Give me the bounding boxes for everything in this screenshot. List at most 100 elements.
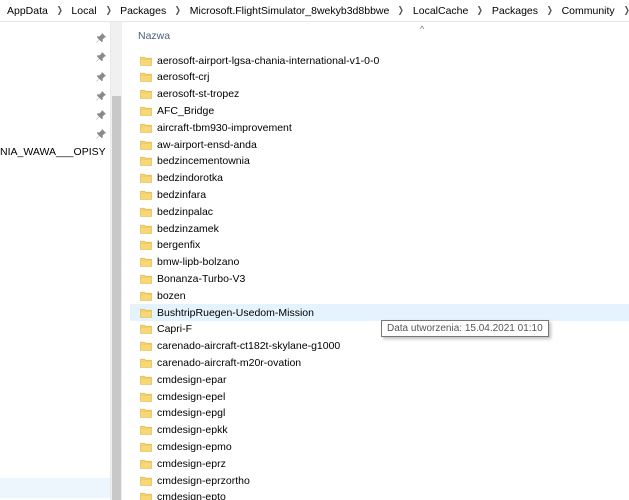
list-item[interactable]: carenado-aircraft-ct182t-skylane-g1000 — [130, 338, 629, 355]
nav-scrollbar[interactable] — [110, 22, 122, 500]
folder-icon — [140, 425, 152, 435]
nav-item-label[interactable]: NIA_WAWA___OPISY — [0, 146, 106, 158]
list-item[interactable]: cmdesign-eprzortho — [130, 472, 629, 489]
file-list: ^ Nazwa aerosoft-airport-lgsa-chania-int… — [130, 22, 629, 500]
list-item[interactable]: aerosoft-airport-lgsa-chania-internation… — [130, 52, 629, 69]
chevron-right-icon[interactable]: ❯ — [394, 5, 408, 16]
file-name: carenado-aircraft-ct182t-skylane-g1000 — [157, 340, 341, 353]
list-item[interactable]: aerosoft-crj — [130, 69, 629, 86]
list-item[interactable]: BushtripRuegen-Usedom-Mission — [130, 304, 629, 321]
file-name: bedzinpalac — [157, 205, 214, 218]
folder-icon — [140, 358, 152, 368]
list-item[interactable]: bozen — [130, 287, 629, 304]
folder-icon — [140, 291, 152, 301]
file-name: cmdesign-epkk — [157, 424, 228, 437]
file-name: cmdesign-epmo — [157, 440, 232, 453]
folder-icon — [140, 341, 152, 351]
list-item[interactable]: carenado-aircraft-m20r-ovation — [130, 354, 629, 371]
folder-icon — [140, 375, 152, 385]
list-item[interactable]: Capri-F — [130, 321, 629, 338]
folder-icon — [140, 72, 152, 83]
list-item[interactable]: cmdesign-epar — [130, 371, 629, 388]
file-name: bedzindorotka — [157, 172, 223, 185]
breadcrumb-item[interactable]: Local — [68, 5, 99, 17]
list-item[interactable]: Bonanza-Turbo-V3 — [130, 270, 629, 287]
tooltip-text: Data utworzenia: 15.04.2021 01:10 — [387, 323, 543, 334]
folder-icon — [140, 442, 152, 452]
folder-icon — [140, 274, 152, 284]
pin-icon[interactable] — [96, 33, 106, 43]
tooltip: Data utworzenia: 15.04.2021 01:10 — [381, 320, 549, 337]
folder-icon — [140, 492, 152, 500]
breadcrumb-item[interactable]: LocalCache — [410, 5, 471, 17]
chevron-right-icon[interactable]: ❯ — [543, 5, 557, 16]
pin-icon[interactable] — [96, 110, 106, 120]
folder-icon — [140, 173, 152, 183]
list-item[interactable]: bedzincementownia — [130, 153, 629, 170]
list-item[interactable]: aircraft-tbm930-improvement — [130, 119, 629, 136]
list-item[interactable]: bedzinpalac — [130, 203, 629, 220]
file-name: bedzincementownia — [157, 155, 250, 168]
folder-icon — [140, 190, 152, 200]
folder-icon — [140, 56, 152, 66]
list-item[interactable]: bedzinzamek — [130, 220, 629, 237]
folder-icon — [140, 89, 152, 99]
chevron-right-icon[interactable]: ❯ — [473, 5, 487, 16]
file-name: BushtripRuegen-Usedom-Mission — [157, 306, 314, 319]
folder-icon — [140, 207, 152, 217]
chevron-right-icon[interactable]: ❯ — [53, 5, 67, 16]
list-item[interactable]: cmdesign-epgl — [130, 405, 629, 422]
chevron-right-icon[interactable]: ❯ — [171, 5, 185, 16]
file-name: bedzinfara — [157, 188, 207, 201]
folder-icon — [140, 324, 152, 335]
file-name: cmdesign-epel — [157, 390, 226, 403]
list-item[interactable]: bergenfix — [130, 237, 629, 254]
pin-icon[interactable] — [96, 52, 106, 62]
folder-icon — [140, 224, 152, 234]
pin-icon[interactable] — [96, 129, 106, 139]
list-item[interactable]: cmdesign-epel — [130, 388, 629, 405]
folder-icon — [140, 140, 152, 150]
chevron-right-icon[interactable]: ❯ — [619, 5, 629, 16]
folder-icon — [140, 308, 152, 318]
nav-selected-item[interactable] — [0, 478, 110, 498]
sort-ascending-icon: ^ — [420, 24, 425, 34]
list-item[interactable]: AFC_Bridge — [130, 102, 629, 119]
pin-icon[interactable] — [96, 91, 106, 101]
breadcrumb: AppData ❯ Local ❯ Packages ❯ Microsoft.FlightS… — [0, 0, 629, 22]
file-name: bedzinzamek — [157, 222, 219, 235]
column-header-name[interactable]: Nazwa — [138, 30, 170, 42]
file-name: aerosoft-st-tropez — [157, 88, 240, 101]
folder-icon — [140, 408, 152, 419]
file-name: cmdesign-epto — [157, 491, 226, 500]
list-item[interactable]: bmw-lipb-bolzano — [130, 254, 629, 271]
list-item[interactable]: aerosoft-st-tropez — [130, 86, 629, 103]
breadcrumb-item[interactable]: AppData — [4, 5, 51, 17]
list-item[interactable]: cmdesign-epmo — [130, 438, 629, 455]
pin-icon[interactable] — [96, 72, 106, 82]
navigation-pane: NIA_WAWA___OPISY — [0, 22, 110, 500]
breadcrumb-item[interactable]: Packages — [489, 5, 541, 17]
folder-icon — [140, 123, 152, 133]
chevron-right-icon[interactable]: ❯ — [101, 5, 115, 16]
file-name: aerosoft-crj — [157, 71, 210, 84]
file-name: Capri-F — [157, 323, 193, 336]
file-name: bmw-lipb-bolzano — [157, 256, 240, 269]
file-name: Bonanza-Turbo-V3 — [157, 272, 246, 285]
folder-icon — [140, 106, 152, 116]
folder-icon — [140, 156, 152, 167]
file-name: aircraft-tbm930-improvement — [157, 121, 292, 134]
breadcrumb-item[interactable]: Packages — [117, 5, 169, 17]
list-item[interactable]: bedzindorotka — [130, 170, 629, 187]
file-name: carenado-aircraft-m20r-ovation — [157, 356, 302, 369]
list-item[interactable]: bedzinfara — [130, 186, 629, 203]
folder-icon — [140, 257, 152, 267]
breadcrumb-item[interactable]: Community — [559, 5, 618, 17]
list-item[interactable]: aw-airport-ensd-anda — [130, 136, 629, 153]
breadcrumb-item[interactable]: Microsoft.FlightSimulator_8wekyb3d8bbwe — [187, 5, 393, 17]
list-item[interactable]: cmdesign-epkk — [130, 422, 629, 439]
list-item[interactable]: cmdesign-epto — [130, 489, 629, 500]
list-item[interactable]: cmdesign-eprz — [130, 455, 629, 472]
nav-scrollbar-thumb[interactable] — [112, 96, 121, 500]
file-name: aerosoft-airport-lgsa-chania-internation… — [157, 54, 380, 67]
